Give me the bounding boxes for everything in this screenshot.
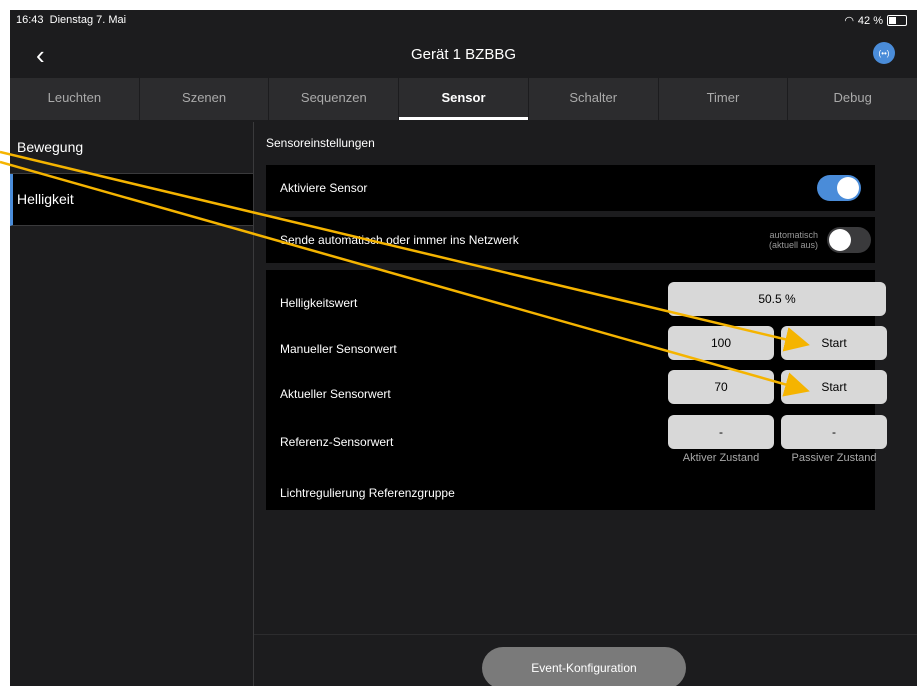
network-broadcast-icon[interactable]: (••) <box>873 42 895 64</box>
current-value-label: Aktueller Sensorwert <box>280 387 391 401</box>
app-window: 16:43 Dienstag 7. Mai ◠ 42 % ‹ Gerät 1 B… <box>10 10 917 686</box>
sidebar: Bewegung Helligkeit <box>10 122 254 686</box>
tab-sensor[interactable]: Sensor <box>399 78 529 120</box>
activate-sensor-label: Aktiviere Sensor <box>280 181 368 195</box>
manual-start-button[interactable]: Start <box>781 326 887 360</box>
main-content: Sensoreinstellungen Aktiviere Sensor Sen… <box>254 122 917 686</box>
tab-leuchten[interactable]: Leuchten <box>10 78 140 120</box>
wifi-icon: ◠ <box>844 15 854 27</box>
manual-value-label: Manueller Sensorwert <box>280 342 397 356</box>
send-network-label: Sende automatisch oder immer ins Netzwer… <box>280 233 519 247</box>
status-time: 16:43 <box>16 14 44 26</box>
sidebar-item-bewegung[interactable]: Bewegung <box>10 122 253 174</box>
sensor-values-panel: Helligkeitswert 50.5 % Manueller Sensorw… <box>266 270 887 510</box>
tab-debug[interactable]: Debug <box>788 78 917 120</box>
reference-value-label: Referenz-Sensorwert <box>280 435 394 449</box>
active-state-button[interactable]: - <box>668 415 774 449</box>
passive-state-label: Passiver Zustand <box>791 452 877 464</box>
light-regulation-label[interactable]: Lichtregulierung Referenzgruppe <box>280 486 455 500</box>
tab-schalter[interactable]: Schalter <box>529 78 659 120</box>
sidebar-item-helligkeit[interactable]: Helligkeit <box>10 174 253 226</box>
tab-bar: Leuchten Szenen Sequenzen Sensor Schalte… <box>10 78 917 120</box>
send-automatic-toggle[interactable] <box>827 227 871 253</box>
active-state-label: Aktiver Zustand <box>682 452 760 464</box>
battery-icon <box>887 15 907 26</box>
footer-bar: Event-Konfiguration <box>254 634 917 686</box>
manual-value-field[interactable]: 100 <box>668 326 774 360</box>
section-title: Sensoreinstellungen <box>266 136 375 150</box>
event-configuration-button[interactable]: Event-Konfiguration <box>482 647 686 686</box>
current-value-field: 70 <box>668 370 774 404</box>
tab-szenen[interactable]: Szenen <box>140 78 270 120</box>
tab-timer[interactable]: Timer <box>659 78 789 120</box>
passive-state-button[interactable]: - <box>781 415 887 449</box>
status-date: Dienstag 7. Mai <box>49 14 127 26</box>
brightness-label: Helligkeitswert <box>280 296 358 310</box>
battery-percent: 42 % <box>857 14 883 27</box>
auto-note-line2: (aktuell aus) <box>768 240 818 250</box>
page-title: Gerät 1 BZBBG <box>410 46 517 63</box>
tab-sequenzen[interactable]: Sequenzen <box>269 78 400 120</box>
activate-sensor-toggle[interactable] <box>817 175 861 201</box>
auto-note-line1: automatisch <box>769 230 818 240</box>
status-bar: 16:43 Dienstag 7. Mai ◠ 42 % <box>10 10 917 32</box>
activate-sensor-row: Aktiviere Sensor <box>266 165 875 211</box>
brightness-value: 50.5 % <box>668 282 886 316</box>
send-network-row: Sende automatisch oder immer ins Netzwer… <box>266 217 875 263</box>
nav-bar: ‹ Gerät 1 BZBBG (••) <box>10 32 917 78</box>
current-start-button[interactable]: Start <box>781 370 887 404</box>
